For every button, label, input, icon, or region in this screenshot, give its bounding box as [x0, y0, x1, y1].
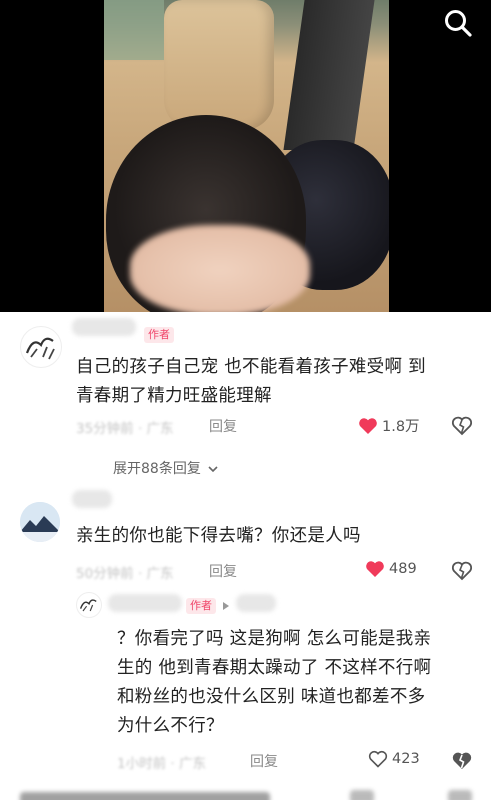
username[interactable] [72, 318, 136, 336]
avatar[interactable] [76, 592, 102, 618]
calligraphy-avatar-icon [25, 337, 55, 360]
reply-button[interactable]: 回复 [209, 561, 237, 581]
broken-heart-filled-icon[interactable] [451, 750, 473, 772]
next-comment-partial [0, 786, 491, 800]
expand-replies-button[interactable]: 展开88条回复 [113, 458, 219, 478]
like-button[interactable]: 1.8万 [358, 415, 420, 436]
search-icon[interactable] [443, 8, 473, 38]
comment-text: 自己的孩子自己宠 也不能看着孩子难受啊 到 青春期了精力旺盛能理解 [76, 357, 426, 406]
reply-button[interactable]: 回复 [250, 751, 278, 771]
username[interactable] [72, 490, 112, 508]
car-seat [164, 0, 274, 130]
author-badge: 作者 [186, 598, 216, 614]
comment-text: 亲生的你也能下得去嘴？你还是人吗 [76, 526, 361, 546]
avatar[interactable] [20, 502, 60, 542]
chevron-down-icon [208, 466, 218, 473]
like-button[interactable]: 489 [365, 560, 417, 578]
comment-text: ？你看完了吗 这是狗啊 怎么可能是我亲 生的 他到青春期太躁动了 不这样不行啊 … [117, 629, 432, 736]
video-frame [104, 0, 389, 312]
heart-filled-icon [366, 561, 384, 577]
car-pillar [283, 0, 375, 150]
reply-item: 作者 ？你看完了吗 这是狗啊 怎么可能是我亲 生的 他到青春期太躁动了 不这样不… [0, 584, 491, 784]
video-player[interactable] [0, 0, 491, 312]
like-count: 1.8万 [382, 419, 420, 435]
reply-button[interactable]: 回复 [209, 416, 237, 436]
broken-heart-icon[interactable] [451, 415, 473, 437]
like-count: 423 [392, 751, 420, 767]
reply-arrow-icon [223, 602, 229, 610]
heart-filled-icon [359, 417, 377, 434]
username[interactable] [108, 594, 182, 612]
like-button[interactable]: 423 [368, 750, 420, 768]
broken-heart-icon[interactable] [451, 560, 473, 582]
comment-time-location: 50分钟前 · 广东 [76, 566, 174, 582]
car-window [104, 0, 164, 60]
comment-time-location: 1小时前 · 广东 [117, 756, 206, 772]
blurred-face [130, 225, 310, 312]
comment-time-location: 35分钟前 · 广东 [76, 421, 174, 437]
reply-target-username[interactable] [236, 594, 276, 612]
heart-outline-icon [368, 750, 388, 768]
mountain-avatar-icon [20, 502, 60, 542]
comment-item: 作者 自己的孩子自己宠 也不能看着孩子难受啊 到 青春期了精力旺盛能理解 35分… [0, 312, 491, 484]
calligraphy-avatar-icon [79, 599, 97, 612]
like-count: 489 [389, 561, 417, 577]
author-badge: 作者 [144, 327, 174, 343]
avatar[interactable] [20, 326, 62, 368]
comment-item: 亲生的你也能下得去嘴？你还是人吗 50分钟前 · 广东 回复 489 [0, 484, 491, 584]
